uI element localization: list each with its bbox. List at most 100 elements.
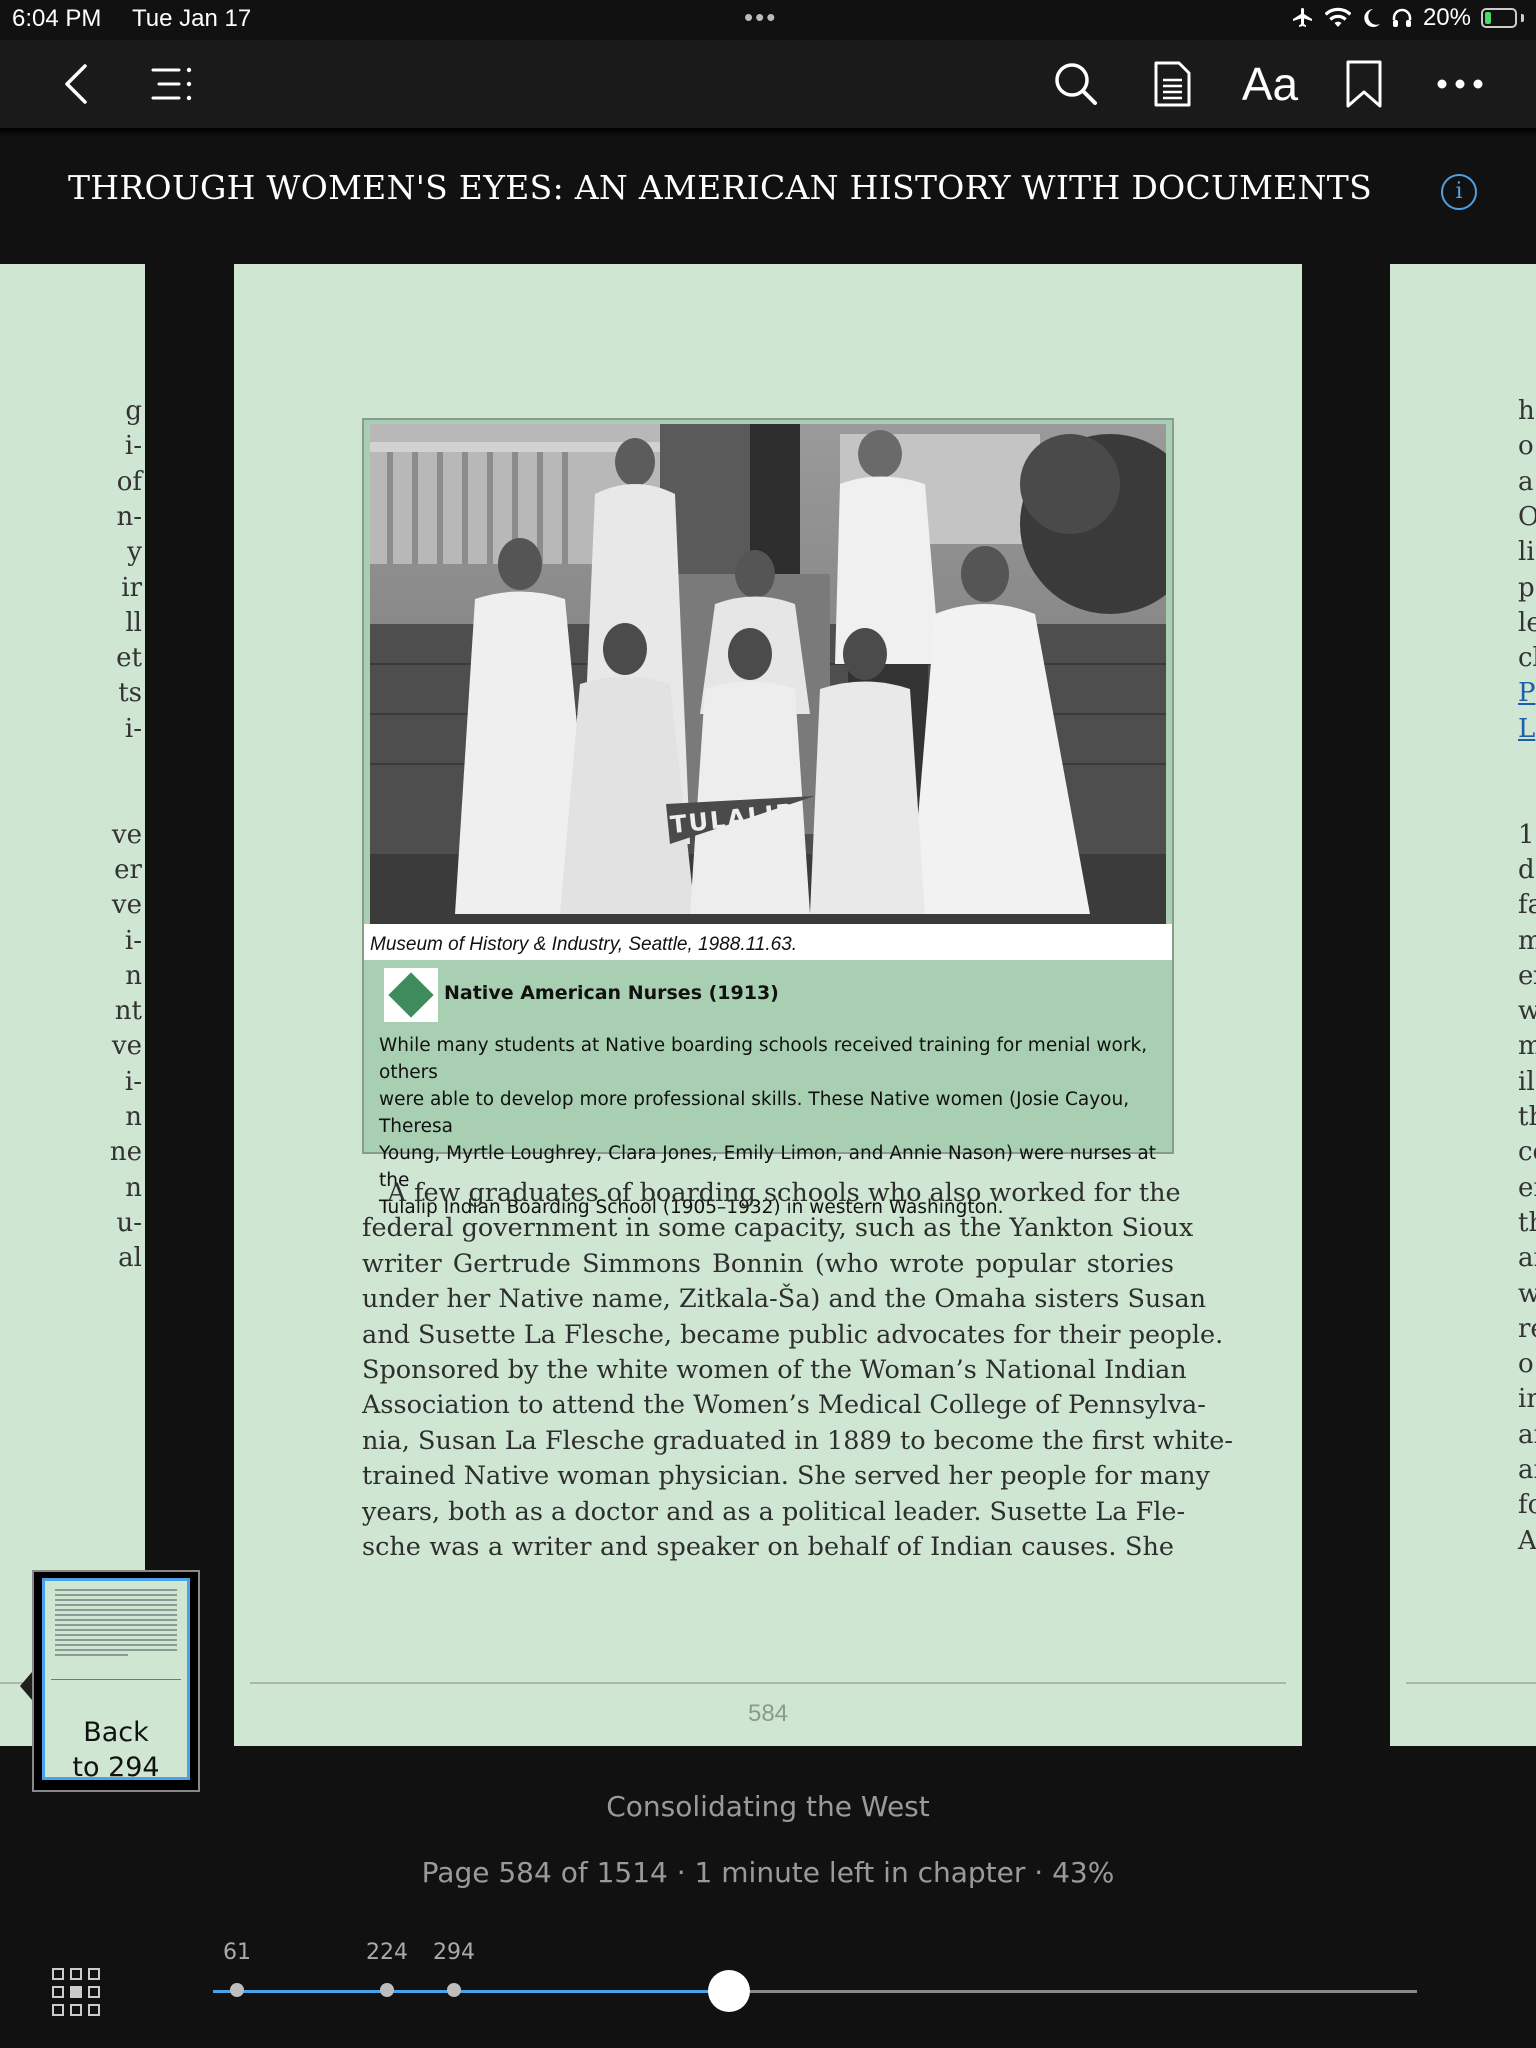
- body-line: under her Native name, Zitkala-Ša) and t…: [362, 1284, 1207, 1315]
- airplane-icon: [1292, 8, 1312, 27]
- previous-page[interactable]: g i-of n-y ir ll et ts i-ve er ve i-n nt ve i-n ne n u-a…: [0, 264, 145, 1746]
- thumbnail-line: [55, 1594, 177, 1596]
- partial-line-text: ve: [111, 890, 142, 921]
- body-line: years, both as a doctor and as a politic…: [362, 1496, 1186, 1527]
- partial-line-text: al: [118, 1243, 142, 1274]
- thumbnail-line: [55, 1614, 177, 1616]
- thumbnail-line: [55, 1639, 177, 1641]
- thumbnail-line: [55, 1629, 177, 1631]
- thumbnail-line: [55, 1634, 177, 1636]
- partial-line-text: w: [1518, 996, 1536, 1027]
- back-icon: [65, 64, 87, 104]
- more-options-button[interactable]: [1430, 54, 1490, 114]
- bookmark-icon: [1346, 60, 1382, 108]
- thumbnail-line: [55, 1589, 177, 1591]
- partial-line-text: nt: [114, 996, 142, 1027]
- partial-line-text: g: [125, 396, 142, 426]
- wifi-icon: [1324, 7, 1351, 27]
- body-line: sche was a writer and speaker on behalf …: [362, 1532, 1174, 1563]
- thumbnail-line: [55, 1644, 177, 1646]
- partial-line-text: d: [1518, 854, 1535, 885]
- figure-box: TULALIP Museum of History & Industry, Se…: [362, 418, 1174, 1218]
- partial-line-text: ar: [1518, 1455, 1536, 1485]
- back-button[interactable]: [46, 54, 106, 114]
- back-card-label: Back to 294: [45, 1715, 187, 1785]
- caption-title: Native American Nurses (1913): [444, 982, 779, 1004]
- notes-icon: [1154, 61, 1191, 107]
- status-indicators: 20%: [1291, 4, 1524, 32]
- body-text[interactable]: A few graduates of boarding schools who …: [362, 1176, 1233, 1565]
- partial-line-text: il: [1518, 1066, 1535, 1097]
- diamond-icon: [384, 968, 438, 1022]
- slider-marker-label: 294: [433, 1940, 475, 1965]
- slider-marker-61[interactable]: [230, 1983, 244, 1997]
- partial-line-text: m: [1518, 925, 1536, 956]
- toc-icon: [151, 67, 192, 101]
- partial-link-text[interactable]: P: [1518, 676, 1536, 711]
- font-settings-button[interactable]: Aa: [1240, 54, 1300, 114]
- partial-line-text: O: [1518, 501, 1536, 532]
- thumbnail-line: [55, 1619, 177, 1621]
- body-line: writer Gertrude Simmons Bonnin (who wrot…: [362, 1248, 1174, 1279]
- partial-line-text: 1: [1518, 819, 1535, 850]
- footer-divider: [250, 1682, 1286, 1684]
- moon-icon: [1364, 9, 1380, 27]
- battery-percent: 20%: [1422, 4, 1471, 31]
- multitasking-dots[interactable]: •••: [744, 2, 777, 33]
- back-card-thumbnail: Back to 294: [42, 1578, 190, 1783]
- thumbnail-divider: [51, 1679, 181, 1680]
- notes-button[interactable]: [1142, 54, 1202, 114]
- partial-line-text: ir: [121, 572, 142, 603]
- slider-thumb[interactable]: [708, 1970, 750, 2012]
- next-page[interactable]: hoaOlipleclPL1dfamexwmilthcoertharwreoin…: [1390, 264, 1536, 1746]
- partial-line-text: n: [125, 1172, 142, 1203]
- partial-link-text[interactable]: L: [1518, 712, 1535, 747]
- body-line: nia, Susan La Flesche graduated in 1889 …: [362, 1425, 1233, 1456]
- headphones-icon: [1392, 8, 1412, 27]
- partial-line-text: ne: [109, 1137, 142, 1168]
- thumbnail-line: [55, 1624, 177, 1626]
- current-page[interactable]: TULALIP Museum of History & Industry, Se…: [234, 264, 1302, 1746]
- partial-line-text: ts: [118, 678, 142, 709]
- page-slider[interactable]: 61 224 294: [213, 1940, 1417, 2012]
- partial-line-text: er: [1518, 1172, 1536, 1203]
- partial-line-text: u-: [116, 1207, 142, 1238]
- battery-icon: [1481, 8, 1524, 28]
- back-card-pointer: [20, 1672, 32, 1700]
- body-line: trained Native woman physician. She serv…: [362, 1461, 1210, 1492]
- search-icon: [1055, 63, 1097, 105]
- partial-line-text: th: [1518, 1102, 1536, 1132]
- partial-line-text: in: [1518, 1384, 1536, 1415]
- partial-line-text: co: [1518, 1137, 1536, 1168]
- partial-line-text: n-: [116, 501, 142, 532]
- thumbnail-line: [55, 1604, 177, 1606]
- caption-line: While many students at Native boarding s…: [379, 1035, 1148, 1083]
- photo-credit-strip: Museum of History & Industry, Seattle, 1…: [364, 924, 1172, 960]
- status-bar: 6:04 PM Tue Jan 17 ••• 20%: [0, 0, 1536, 40]
- partial-line-text: h: [1518, 396, 1535, 426]
- footer-divider: [1406, 1682, 1536, 1684]
- slider-marker-224[interactable]: [380, 1983, 394, 1997]
- slider-marker-294[interactable]: [447, 1983, 461, 1997]
- more-icon: [1437, 79, 1483, 89]
- partial-line-text: fo: [1518, 1490, 1536, 1521]
- partial-line-text: ve: [111, 1031, 142, 1062]
- photo-credit: Museum of History & Industry, Seattle, 1…: [370, 934, 798, 955]
- book-info-button[interactable]: i: [1441, 174, 1477, 210]
- partial-line-text: w: [1518, 1278, 1536, 1309]
- table-of-contents-button[interactable]: [142, 54, 202, 114]
- caption-line: were able to develop more professional s…: [379, 1089, 1130, 1137]
- thumbnail-line: [55, 1654, 129, 1656]
- partial-line-text: li: [1518, 537, 1535, 568]
- partial-line-text: ar: [1518, 1419, 1536, 1450]
- back-to-page-card[interactable]: Back to 294: [32, 1570, 200, 1792]
- search-button[interactable]: [1046, 54, 1106, 114]
- historical-photo[interactable]: TULALIP: [370, 424, 1166, 924]
- body-line: federal government in some capacity, suc…: [362, 1213, 1194, 1244]
- bookmark-button[interactable]: [1334, 54, 1394, 114]
- page-grid-button[interactable]: [52, 1968, 102, 2016]
- partial-line-text: re: [1518, 1313, 1536, 1344]
- partial-line-text: y: [127, 537, 142, 568]
- chapter-name: Consolidating the West: [606, 1790, 930, 1823]
- slider-marker-label: 224: [366, 1940, 408, 1965]
